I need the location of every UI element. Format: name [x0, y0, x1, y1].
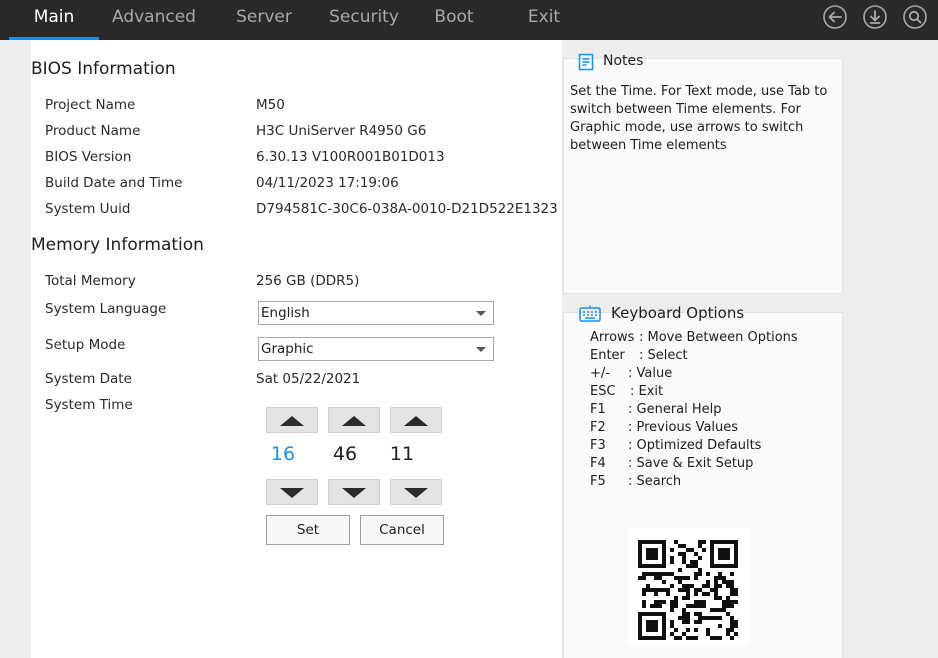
list-item: Arrows : Move Between Options: [590, 329, 840, 347]
shortcut-description: : Move Between Options: [639, 330, 798, 345]
second-increment-button[interactable]: [390, 407, 442, 433]
list-item: F1 : General Help: [590, 401, 840, 419]
shortcut-key: F2: [590, 420, 606, 435]
notes-icon: [578, 53, 594, 75]
product-name-value: H3C UniServer R4950 G6: [256, 123, 427, 139]
bios-version-value: 6.30.13 V100R001B01D013: [256, 149, 445, 165]
download-save-icon[interactable]: [862, 4, 888, 30]
setup-mode-label: Setup Mode: [45, 337, 126, 353]
system-uuid-label: System Uuid: [45, 201, 131, 217]
chevron-down-icon: [476, 347, 486, 352]
system-date-value[interactable]: Sat 05/22/2021: [256, 371, 360, 387]
list-item: +/- : Value: [590, 365, 840, 383]
search-icon[interactable]: [902, 4, 928, 30]
shortcut-key: F1: [590, 402, 606, 417]
arrow-up-icon: [280, 416, 304, 426]
shortcut-description: : Optimized Defaults: [628, 438, 762, 453]
tab-server[interactable]: Server: [228, 0, 300, 40]
system-language-label: System Language: [45, 301, 167, 317]
cancel-button[interactable]: Cancel: [360, 515, 444, 545]
tab-boot[interactable]: Boot: [428, 0, 480, 40]
total-memory-value: 256 GB (DDR5): [256, 273, 360, 289]
notes-title: Notes: [603, 53, 644, 69]
shortcut-description: : Value: [628, 366, 673, 381]
shortcut-description: : Exit: [630, 384, 664, 399]
main-settings-panel: BIOS Information Project Name M50 Produc…: [31, 40, 562, 658]
arrow-down-icon: [280, 488, 304, 498]
project-name-value: M50: [256, 97, 285, 113]
build-date-label: Build Date and Time: [45, 175, 183, 191]
arrow-up-icon: [342, 416, 366, 426]
shortcut-description: : Search: [628, 474, 682, 489]
keyboard-icon: [579, 305, 601, 327]
minute-decrement-button[interactable]: [328, 479, 380, 505]
arrow-down-icon: [342, 488, 366, 498]
keyboard-shortcut-list: Arrows : Move Between Options Enter : Sele…: [590, 329, 840, 491]
shortcut-description: : General Help: [628, 402, 722, 417]
shortcut-key: Enter: [590, 348, 625, 363]
second-decrement-button[interactable]: [390, 479, 442, 505]
tab-advanced[interactable]: Advanced: [108, 0, 200, 40]
list-item: Enter : Select: [590, 347, 840, 365]
tab-main[interactable]: Main: [9, 0, 99, 40]
qr-code-icon: [638, 540, 738, 640]
system-uuid-value: D794581C-30C6-038A-0010-D21D522E1323: [256, 201, 558, 217]
shortcut-key: +/-: [590, 366, 610, 381]
arrow-down-icon: [404, 488, 428, 498]
bios-version-label: BIOS Version: [45, 149, 132, 165]
minute-field[interactable]: 46: [319, 443, 371, 465]
project-name-label: Project Name: [45, 97, 136, 113]
memory-information-heading: Memory Information: [31, 235, 204, 255]
qr-code: [628, 528, 749, 646]
notes-text: Set the Time. For Text mode, use Tab to …: [570, 84, 828, 153]
setup-mode-select[interactable]: Graphic: [258, 337, 494, 361]
system-language-selected: English: [261, 305, 310, 321]
system-date-label: System Date: [45, 371, 132, 387]
total-memory-label: Total Memory: [45, 273, 136, 289]
shortcut-key: Arrows: [590, 330, 635, 345]
shortcut-key: F5: [590, 474, 606, 489]
set-button[interactable]: Set: [266, 515, 350, 545]
system-language-select[interactable]: English: [258, 301, 494, 325]
list-item: F5 : Search: [590, 473, 840, 491]
tab-security[interactable]: Security: [322, 0, 406, 40]
build-date-value: 04/11/2023 17:19:06: [256, 175, 399, 191]
minute-increment-button[interactable]: [328, 407, 380, 433]
back-icon[interactable]: [822, 4, 848, 30]
notes-panel: Notes Set the Time. For Text mode, use T…: [563, 53, 843, 294]
shortcut-key: F3: [590, 438, 606, 453]
top-menu-bar: Main Advanced Server Security Boot Exit: [0, 0, 938, 40]
bios-information-heading: BIOS Information: [31, 59, 176, 79]
shortcut-description: : Previous Values: [628, 420, 739, 435]
list-item: F3 : Optimized Defaults: [590, 437, 840, 455]
shortcut-key: ESC: [590, 384, 616, 399]
second-field[interactable]: 11: [376, 443, 428, 465]
hour-increment-button[interactable]: [266, 407, 318, 433]
arrow-up-icon: [404, 416, 428, 426]
system-time-label: System Time: [45, 397, 133, 413]
shortcut-description: : Save & Exit Setup: [628, 456, 754, 471]
setup-mode-selected: Graphic: [261, 341, 314, 357]
keyboard-options-title: Keyboard Options: [611, 304, 745, 322]
hour-decrement-button[interactable]: [266, 479, 318, 505]
hour-field[interactable]: 16: [257, 443, 309, 465]
shortcut-description: : Select: [639, 348, 688, 363]
list-item: F2 : Previous Values: [590, 419, 840, 437]
chevron-down-icon: [476, 311, 486, 316]
tab-exit[interactable]: Exit: [520, 0, 568, 40]
shortcut-key: F4: [590, 456, 606, 471]
list-item: F4 : Save & Exit Setup: [590, 455, 840, 473]
list-item: ESC : Exit: [590, 383, 840, 401]
product-name-label: Product Name: [45, 123, 141, 139]
